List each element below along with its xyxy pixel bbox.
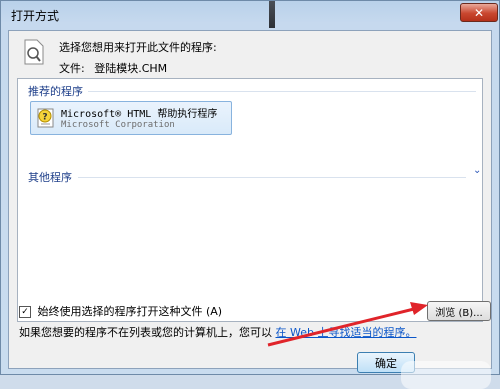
annotation-arrow [267,302,428,347]
